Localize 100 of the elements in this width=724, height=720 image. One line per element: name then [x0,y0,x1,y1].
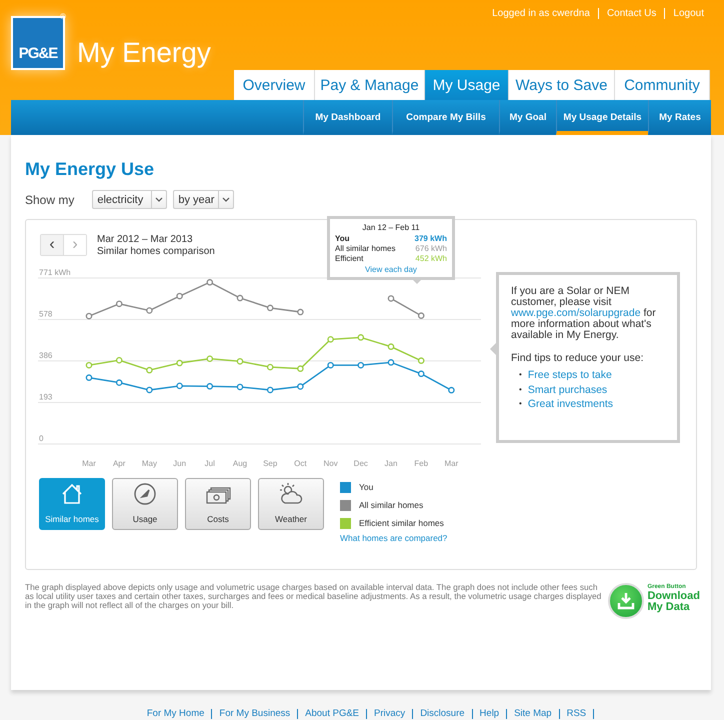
tip-link[interactable]: Free steps to take [528,368,612,382]
point [116,300,122,308]
footer-link[interactable]: Site Map [507,709,560,719]
chart-subtitle: Similar homes comparison [97,246,215,258]
point [146,366,153,374]
point [418,370,424,378]
legend-label: All similar homes [359,500,424,510]
point [266,386,274,394]
page-title: My Energy Use [25,159,156,180]
tip-link[interactable]: Great investments [528,397,614,412]
axis-label: Mar [82,459,96,468]
axis-label: 578 [39,310,52,319]
legend-label: Efficient similar homes [359,518,444,528]
view-button[interactable]: Usage [112,478,178,530]
point [116,379,122,386]
tips-heading: Find tips to reduce your use: [511,353,644,364]
point [176,382,183,390]
footer-link[interactable]: Help [472,709,508,719]
nav-tab[interactable]: Pay & Manage [315,70,425,100]
axis-label: Jun [173,459,186,468]
compared-homes-link[interactable]: What homes are compared? [340,533,448,543]
point [86,312,92,320]
point [116,356,122,364]
footer-link[interactable]: RSS [560,709,594,719]
footer-link[interactable]: About PG&E [298,709,368,719]
axis-label: 0 [39,434,44,443]
point [206,279,214,286]
user-label: Logged in as cwerdna [491,8,591,19]
date-range: Mar 2012 – Mar 2013 [97,234,194,246]
nav-tab[interactable]: My Usage [425,70,509,100]
axis-label: Apr [112,459,126,468]
nav-tab[interactable]: Overview [234,70,315,100]
nav-tab[interactable]: Ways to Save [509,70,615,100]
logo[interactable]: PG&E [11,16,65,70]
axis-label: Nov [323,459,338,468]
point [86,374,92,381]
point [176,360,183,366]
axis-label: Jan [384,459,398,468]
view-each-day-link[interactable]: View each day [335,265,447,274]
point [86,362,92,368]
footer-link[interactable]: Privacy [367,709,414,719]
point [206,355,214,362]
bullet: • [519,384,522,396]
point [146,307,153,314]
caret-icon [222,197,230,202]
axis-label: Feb [414,459,428,468]
axis-label: Aug [232,459,248,468]
point [448,386,455,394]
sun-cloud-icon [278,482,304,506]
chart-tooltip: Jan 12 – Feb 11 You 379 kWh All similar homes 676 kWh Efficient 452 kWh View each day [327,216,455,280]
point [327,362,334,368]
view-button[interactable]: Similar homes [39,478,105,530]
point [206,383,214,390]
view-button[interactable]: Weather [258,478,324,530]
info-message: If you are a Solar or NEM customer, please visit www.pge.com/solarupgrade for more information about what's available in My Energy. [511,286,657,341]
axis-label: 193 [39,392,52,402]
point [327,336,334,343]
axis-label: May [142,459,157,468]
tip-link[interactable]: Smart purchases [528,382,608,397]
previous-button[interactable]: ‹ [41,235,63,255]
site-title: My Energy [77,38,211,68]
point [297,308,304,316]
point [388,359,394,366]
bullet: • [519,398,522,410]
point [297,383,304,390]
download-icon [617,592,636,610]
footnote: The graph displayed above depicts only usage and volumetric usage charges based on available interval data. The graph does not include other fees such as local utility user taxes and certain other taxes, surcharges and fees or medical baseline adjustments. As a result, the volumetric usage charges displayed in the graph will not reflect all of the charges on your bill. [25,583,602,612]
point [146,386,153,394]
point [236,294,244,302]
footer-link[interactable]: For My Home [140,709,212,719]
footer-link[interactable]: Disclosure [413,709,473,719]
axis-label: Oct [294,459,307,468]
tooltip-pointer [411,278,423,284]
point [388,343,394,350]
house-icon [60,482,84,506]
legend-label: You [359,482,374,492]
next-button[interactable]: › [63,235,86,255]
dropdown[interactable]: by year [173,190,234,209]
point [266,304,274,312]
point [236,358,244,365]
caret-icon [155,197,164,202]
axis-label: Jul [204,459,215,468]
gauge-icon [133,482,157,506]
point [388,295,394,302]
footer-link[interactable]: For My Business [212,709,298,719]
point [176,292,183,300]
point [418,357,424,364]
point [358,362,364,368]
point [266,364,274,370]
point [418,312,424,319]
dropdown[interactable]: electricity [92,190,168,209]
view-button[interactable]: Costs [185,478,251,530]
bullet: • [519,369,522,381]
nav-tab[interactable]: Community [615,70,710,100]
axis-label: Mar [444,459,458,468]
axis-label: Sep [263,459,278,468]
point [358,334,364,341]
axis-label: 771 kWh [39,268,71,277]
solar-upgrade-link[interactable]: www.pge.com/solarupgrade [511,307,641,319]
filter-label: Show my [25,192,74,206]
